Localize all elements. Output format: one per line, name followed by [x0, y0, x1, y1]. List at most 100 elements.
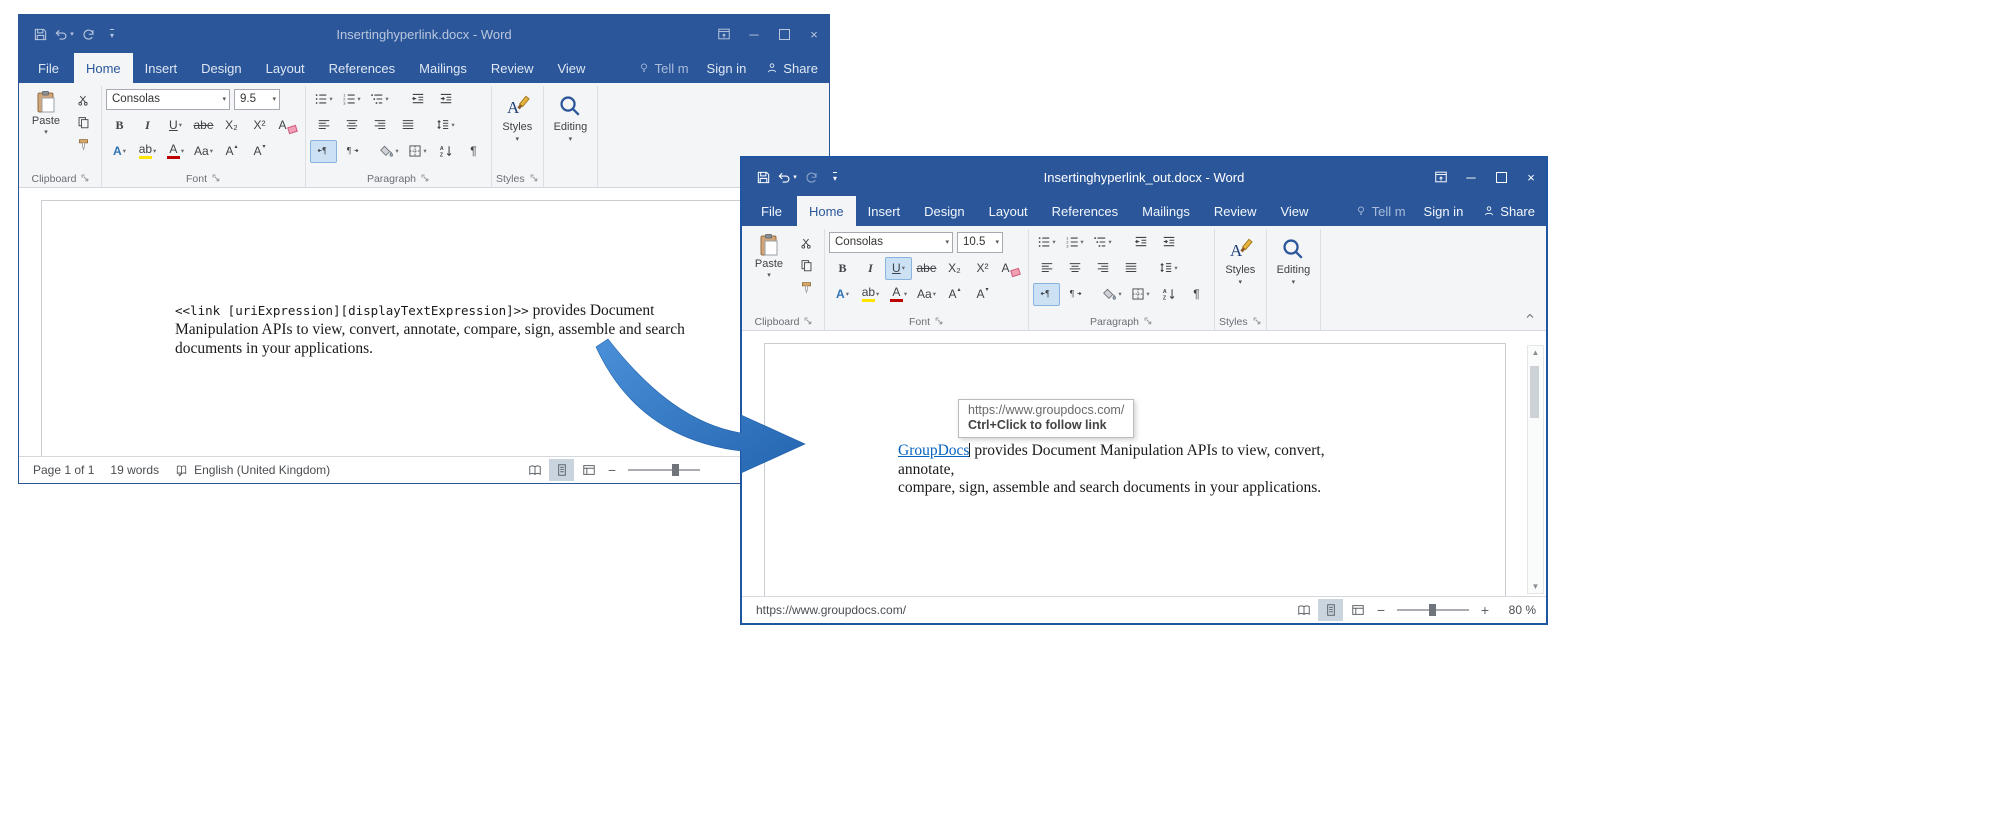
clear-formatting-button[interactable]: A	[274, 114, 301, 137]
align-left-button[interactable]	[310, 114, 337, 137]
tab-view[interactable]: View	[1268, 196, 1320, 226]
justify-button[interactable]	[1117, 257, 1144, 280]
minimize-button[interactable]: ─	[739, 15, 769, 53]
numbering-button[interactable]: ▾	[1061, 231, 1088, 254]
sort-button[interactable]	[1155, 283, 1182, 306]
paragraph-dialog-launcher[interactable]	[1144, 317, 1153, 326]
tab-mailings[interactable]: Mailings	[1130, 196, 1202, 226]
tab-design[interactable]: Design	[189, 53, 253, 83]
editing-button[interactable]: Editing ▾	[548, 90, 594, 143]
bullets-button[interactable]: ▾	[310, 88, 337, 111]
cut-button[interactable]	[793, 234, 820, 253]
font-dialog-launcher[interactable]	[935, 317, 944, 326]
italic-button[interactable]: I	[857, 257, 884, 280]
scroll-down-button[interactable]: ▼	[1532, 582, 1540, 591]
undo-button[interactable]: ▾	[53, 21, 75, 47]
customize-qat-button[interactable]: ▾	[824, 164, 846, 190]
tab-design[interactable]: Design	[912, 196, 976, 226]
italic-button[interactable]: I	[134, 114, 161, 137]
word-count[interactable]: 19 words	[102, 463, 167, 477]
zoom-in-button[interactable]: +	[1476, 602, 1494, 618]
close-button[interactable]: ×	[1516, 158, 1546, 196]
tab-home[interactable]: Home	[74, 53, 133, 83]
tab-review[interactable]: Review	[479, 53, 546, 83]
tab-file[interactable]: File	[23, 53, 74, 83]
bold-button[interactable]: B	[829, 257, 856, 280]
align-center-button[interactable]	[1061, 257, 1088, 280]
line-spacing-button[interactable]: ▾	[432, 114, 459, 137]
customize-qat-button[interactable]: ▾	[101, 21, 123, 47]
format-painter-button[interactable]	[793, 278, 820, 297]
highlight-color-button[interactable]: ab▾	[857, 283, 884, 306]
close-button[interactable]: ×	[799, 15, 829, 53]
ribbon-display-options-button[interactable]	[1426, 158, 1456, 196]
rtl-direction-button[interactable]	[1061, 283, 1088, 306]
paste-button[interactable]: Paste ▾	[748, 230, 790, 313]
redo-button[interactable]	[800, 164, 822, 190]
vertical-scrollbar[interactable]: ▲ ▼	[1527, 345, 1544, 594]
multilevel-list-button[interactable]: ▾	[1089, 231, 1116, 254]
save-button[interactable]	[29, 21, 51, 47]
read-mode-button[interactable]	[522, 459, 547, 481]
paragraph-dialog-launcher[interactable]	[421, 174, 430, 183]
multilevel-list-button[interactable]: ▾	[366, 88, 393, 111]
share-button[interactable]: Share	[755, 61, 829, 76]
tab-layout[interactable]: Layout	[977, 196, 1040, 226]
editing-button[interactable]: Editing ▾	[1271, 233, 1317, 286]
scroll-up-button[interactable]: ▲	[1532, 348, 1540, 357]
align-center-button[interactable]	[338, 114, 365, 137]
tab-view[interactable]: View	[545, 53, 597, 83]
clipboard-dialog-launcher[interactable]	[81, 174, 90, 183]
bold-button[interactable]: B	[106, 114, 133, 137]
tab-file[interactable]: File	[746, 196, 797, 226]
align-left-button[interactable]	[1033, 257, 1060, 280]
decrease-indent-button[interactable]	[404, 88, 431, 111]
change-case-button[interactable]: Aa▾	[913, 283, 940, 306]
clear-formatting-button[interactable]: A	[997, 257, 1024, 280]
undo-button[interactable]: ▾	[776, 164, 798, 190]
underline-button[interactable]: U▾	[885, 257, 912, 280]
styles-dialog-launcher[interactable]	[530, 174, 539, 183]
tell-me-box[interactable]: Tell m	[1346, 204, 1415, 219]
zoom-out-button[interactable]: −	[1372, 602, 1390, 618]
increase-indent-button[interactable]	[1155, 231, 1182, 254]
align-right-button[interactable]	[1089, 257, 1116, 280]
text-effects-button[interactable]: A▾	[106, 140, 133, 163]
zoom-slider[interactable]	[1397, 609, 1469, 611]
shading-button[interactable]: ▾	[376, 140, 403, 163]
subscript-button[interactable]: X₂	[941, 257, 968, 280]
rtl-direction-button[interactable]	[338, 140, 365, 163]
scrollbar-thumb[interactable]	[1530, 366, 1539, 418]
show-paragraph-marks-button[interactable]: ¶	[460, 140, 487, 163]
increase-indent-button[interactable]	[432, 88, 459, 111]
styles-button[interactable]: Styles ▾	[496, 90, 538, 143]
shrink-font-button[interactable]: A▾	[969, 283, 996, 306]
bullets-button[interactable]: ▾	[1033, 231, 1060, 254]
tab-home[interactable]: Home	[797, 196, 856, 226]
font-size-select[interactable]: 10.5▾	[957, 232, 1003, 253]
zoom-level[interactable]: 80 %	[1496, 603, 1540, 617]
zoom-slider-handle[interactable]	[1429, 604, 1436, 616]
language-indicator[interactable]: English (United Kingdom)	[167, 463, 338, 477]
strikethrough-button[interactable]: abe	[190, 114, 217, 137]
tab-review[interactable]: Review	[1202, 196, 1269, 226]
sign-in-button[interactable]: Sign in	[698, 61, 756, 76]
tab-insert[interactable]: Insert	[856, 196, 913, 226]
sign-in-button[interactable]: Sign in	[1415, 204, 1473, 219]
ltr-direction-button[interactable]	[310, 140, 337, 163]
numbering-button[interactable]: ▾	[338, 88, 365, 111]
show-paragraph-marks-button[interactable]: ¶	[1183, 283, 1210, 306]
change-case-button[interactable]: Aa▾	[190, 140, 217, 163]
styles-button[interactable]: Styles ▾	[1219, 233, 1261, 286]
font-name-select[interactable]: Consolas▾	[106, 89, 230, 110]
page-indicator[interactable]: Page 1 of 1	[25, 463, 102, 477]
borders-button[interactable]: ▾	[404, 140, 431, 163]
maximize-button[interactable]	[1486, 158, 1516, 196]
align-right-button[interactable]	[366, 114, 393, 137]
copy-button[interactable]	[70, 113, 97, 132]
line-spacing-button[interactable]: ▾	[1155, 257, 1182, 280]
font-color-button[interactable]: A▾	[885, 283, 912, 306]
web-layout-button[interactable]	[1345, 599, 1370, 621]
maximize-button[interactable]	[769, 15, 799, 53]
print-layout-button[interactable]	[1318, 599, 1343, 621]
